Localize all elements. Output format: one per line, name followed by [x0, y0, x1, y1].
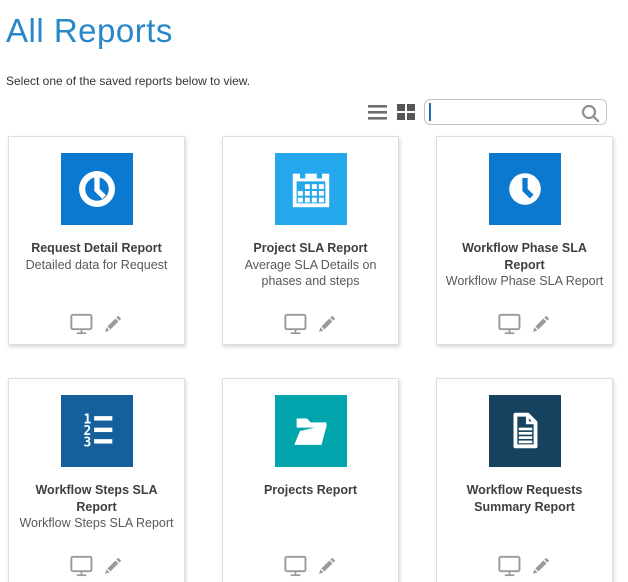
report-icon-tile: [61, 153, 133, 225]
report-card-actions: [223, 313, 398, 335]
view-report-button[interactable]: [284, 313, 307, 335]
edit-report-button[interactable]: [530, 313, 551, 335]
report-icon-tile: [275, 395, 347, 467]
report-description: Workflow Phase SLA Report: [439, 273, 610, 290]
toolbar: [8, 98, 620, 126]
clock-solid-icon: [502, 166, 548, 212]
grid-view-icon: [397, 104, 415, 120]
list-view-icon: [368, 105, 388, 120]
view-report-button[interactable]: [498, 555, 521, 577]
page-title: All Reports: [6, 12, 620, 50]
list-view-button[interactable]: [368, 105, 388, 120]
monitor-icon: [70, 313, 93, 335]
view-report-button[interactable]: [70, 555, 93, 577]
report-card[interactable]: 1 2 3 Workflow Steps SLA Report Workflow…: [8, 378, 185, 582]
report-card-actions: [223, 555, 398, 577]
pencil-icon: [530, 555, 551, 577]
report-card[interactable]: Project SLA Report Average SLA Details o…: [222, 136, 399, 345]
report-title: Workflow Steps SLA Report: [9, 482, 184, 515]
monitor-icon: [498, 555, 521, 577]
text-caret: [429, 103, 431, 121]
edit-report-button[interactable]: [316, 313, 337, 335]
report-card[interactable]: Workflow Requests Summary Report: [436, 378, 613, 582]
report-card-actions: [9, 555, 184, 577]
report-title: Workflow Phase SLA Report: [437, 240, 612, 273]
search-box: [424, 99, 607, 125]
report-icon-tile: 1 2 3: [61, 395, 133, 467]
view-report-button[interactable]: [284, 555, 307, 577]
monitor-icon: [284, 555, 307, 577]
document-icon: [502, 408, 548, 454]
page-subtitle: Select one of the saved reports below to…: [6, 74, 620, 88]
pencil-icon: [102, 555, 123, 577]
pencil-icon: [530, 313, 551, 335]
grid-view-button[interactable]: [397, 104, 415, 120]
pencil-icon: [316, 313, 337, 335]
report-card-actions: [437, 313, 612, 335]
report-card[interactable]: Projects Report: [222, 378, 399, 582]
calendar-icon: [288, 166, 334, 212]
monitor-icon: [284, 313, 307, 335]
report-description: Detailed data for Request: [19, 257, 175, 274]
report-description: Workflow Steps SLA Report: [12, 515, 180, 532]
report-title: Request Detail Report: [24, 240, 169, 257]
report-card-actions: [9, 313, 184, 335]
report-icon-tile: [275, 153, 347, 225]
pencil-icon: [316, 555, 337, 577]
report-icon-tile: [489, 153, 561, 225]
pencil-icon: [102, 313, 123, 335]
search-icon: [581, 104, 600, 128]
edit-report-button[interactable]: [530, 555, 551, 577]
clock-outline-icon: [74, 166, 120, 212]
edit-report-button[interactable]: [316, 555, 337, 577]
report-title: Workflow Requests Summary Report: [437, 482, 612, 515]
report-title: Projects Report: [257, 482, 364, 499]
report-cards-grid: Request Detail Report Detailed data for …: [8, 136, 620, 582]
edit-report-button[interactable]: [102, 313, 123, 335]
numbered-list-icon: 1 2 3: [74, 408, 120, 454]
report-card-actions: [437, 555, 612, 577]
all-reports-page: All Reports Select one of the saved repo…: [0, 0, 628, 582]
report-card[interactable]: Request Detail Report Detailed data for …: [8, 136, 185, 345]
report-icon-tile: [489, 395, 561, 467]
svg-text:3: 3: [83, 435, 91, 450]
report-title: Project SLA Report: [246, 240, 374, 257]
report-card[interactable]: Workflow Phase SLA Report Workflow Phase…: [436, 136, 613, 345]
view-report-button[interactable]: [498, 313, 521, 335]
search-input[interactable]: [425, 100, 606, 124]
view-report-button[interactable]: [70, 313, 93, 335]
edit-report-button[interactable]: [102, 555, 123, 577]
report-description: Average SLA Details on phases and steps: [223, 257, 398, 290]
monitor-icon: [498, 313, 521, 335]
monitor-icon: [70, 555, 93, 577]
folder-icon: [288, 408, 334, 454]
